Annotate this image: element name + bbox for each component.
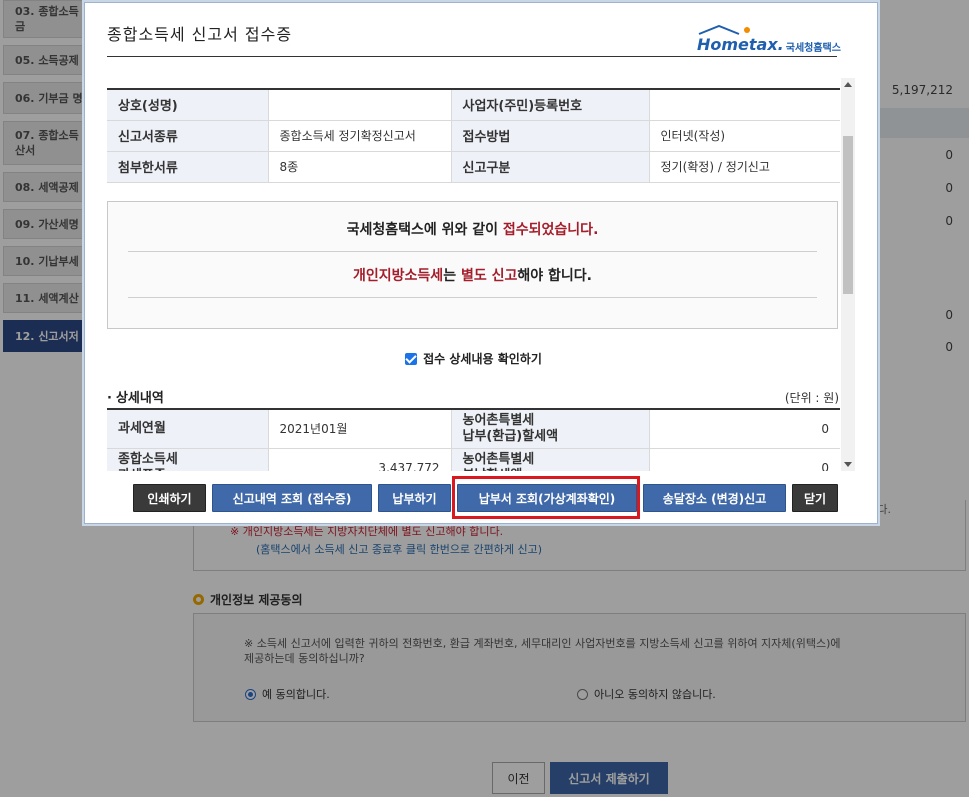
unit-label: (단위 : 원) bbox=[784, 391, 839, 405]
print-button[interactable]: 인쇄하기 bbox=[133, 484, 206, 512]
receipt-modal: 종합소득세 신고서 접수증 Hometax. 국세청홈택스 상호(성명) 사업자… bbox=[84, 2, 878, 524]
receipt-confirmed-message: 국세청홈택스에 위와 같이 접수되었습니다. bbox=[346, 222, 599, 238]
table-cell: 0 bbox=[649, 448, 840, 471]
view-filing-history-button[interactable]: 신고내역 조회 (접수증) bbox=[212, 484, 372, 512]
detail-section-title: 상세내역 bbox=[107, 387, 164, 406]
table-row: 상호(성명) 사업자(주민)등록번호 bbox=[107, 88, 840, 121]
receipt-detail-table: 과세연월 2021년01월 농어촌특별세 납부(환급)할세액 0 종합소득세 과… bbox=[107, 408, 840, 471]
house-roof-icon bbox=[698, 25, 750, 35]
table-cell: 8종 bbox=[268, 151, 452, 183]
local-tax-warning-message: 개인지방소득세는 별도 신고해야 합니다. bbox=[353, 268, 592, 284]
receipt-confirmation-box: 국세청홈택스에 위와 같이 접수되었습니다. 개인지방소득세는 별도 신고해야 … bbox=[107, 201, 838, 329]
table-cell: 3,437,772 bbox=[268, 448, 452, 471]
scrollbar-thumb[interactable] bbox=[843, 136, 853, 294]
pay-button[interactable]: 납부하기 bbox=[378, 484, 451, 512]
table-row: 첨부한서류 8종 신고구분 정기(확정) / 정기신고 bbox=[107, 151, 840, 183]
delivery-address-report-button[interactable]: 송달장소 (변경)신고 bbox=[643, 484, 786, 512]
table-header-cell: 종합소득세 과세표준 bbox=[107, 448, 269, 471]
detail-view-checkbox[interactable]: 접수 상세내용 확인하기 bbox=[107, 350, 840, 367]
table-row: 종합소득세 과세표준 3,437,772 농어촌특별세 분납할세액 0 bbox=[107, 448, 840, 471]
divider bbox=[128, 297, 817, 298]
table-cell bbox=[268, 88, 452, 121]
modal-scrollbar[interactable] bbox=[841, 78, 855, 471]
table-header-cell: 상호(성명) bbox=[107, 88, 269, 121]
table-cell: 정기(확정) / 정기신고 bbox=[649, 151, 840, 183]
table-row: 신고서종류 종합소득세 정기확정신고서 접수방법 인터넷(작성) bbox=[107, 120, 840, 152]
table-header-cell: 사업자(주민)등록번호 bbox=[451, 88, 650, 121]
close-button[interactable]: 닫기 bbox=[792, 484, 838, 512]
table-header-cell: 농어촌특별세 분납할세액 bbox=[451, 448, 650, 471]
modal-title: 종합소득세 신고서 접수증 bbox=[107, 25, 293, 44]
hometax-logo: Hometax. 국세청홈택스 bbox=[697, 25, 841, 54]
table-cell: 종합소득세 정기확정신고서 bbox=[268, 120, 452, 152]
table-cell: 2021년01월 bbox=[268, 408, 452, 449]
table-header-cell: 신고구분 bbox=[451, 151, 650, 183]
table-header-cell: 과세연월 bbox=[107, 408, 269, 449]
table-cell bbox=[649, 88, 840, 121]
scroll-up-icon[interactable] bbox=[844, 82, 852, 87]
divider bbox=[128, 251, 817, 252]
table-header-cell: 신고서종류 bbox=[107, 120, 269, 152]
highlight-box bbox=[452, 476, 640, 519]
table-cell: 인터넷(작성) bbox=[649, 120, 840, 152]
table-header-cell: 농어촌특별세 납부(환급)할세액 bbox=[451, 408, 650, 449]
receipt-info-table: 상호(성명) 사업자(주민)등록번호 신고서종류 종합소득세 정기확정신고서 접… bbox=[107, 88, 840, 183]
checkbox-checked-icon[interactable] bbox=[405, 352, 418, 365]
table-row: 과세연월 2021년01월 농어촌특별세 납부(환급)할세액 0 bbox=[107, 408, 840, 449]
modal-scroll-content[interactable]: 상호(성명) 사업자(주민)등록번호 신고서종류 종합소득세 정기확정신고서 접… bbox=[107, 78, 853, 471]
table-header-cell: 접수방법 bbox=[451, 120, 650, 152]
title-divider bbox=[107, 56, 837, 57]
table-header-cell: 첨부한서류 bbox=[107, 151, 269, 183]
scroll-down-icon[interactable] bbox=[844, 462, 852, 467]
table-cell: 0 bbox=[649, 408, 840, 449]
